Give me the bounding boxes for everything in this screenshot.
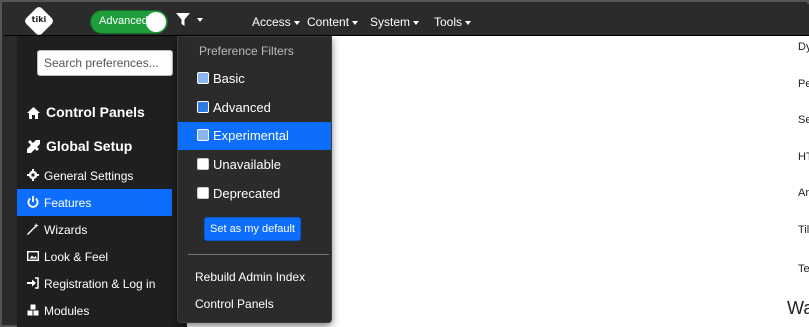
sidebar-item-label: Look & Feel (44, 250, 109, 264)
app-window: tiki Advanced Access Content System Tool… (0, 0, 809, 327)
dropdown-divider (188, 254, 329, 255)
chevron-down-icon (197, 18, 203, 22)
feature-label: Pe (798, 78, 809, 90)
logo-text: tiki (31, 15, 47, 24)
menu-system-label: System (370, 15, 411, 29)
filter-option-advanced[interactable]: Advanced (178, 94, 331, 122)
filter-option-label: Basic (213, 71, 245, 86)
tools-icon (27, 140, 40, 153)
search-preferences-input[interactable] (37, 50, 173, 76)
filter-option-experimental[interactable]: Experimental (178, 122, 331, 150)
section-heading: Wa (787, 298, 809, 318)
admin-sidebar: Control Panels Global Setup General Sett… (17, 36, 187, 327)
sidebar-item-features[interactable]: Features (17, 189, 172, 216)
toggle-knob (146, 12, 166, 32)
global-setup-heading[interactable]: Global Setup (27, 138, 132, 154)
feature-label: Se (798, 114, 809, 126)
sidebar-item-label: General Settings (44, 169, 134, 183)
menu-tools[interactable]: Tools (434, 15, 472, 29)
sidebar-item-registration[interactable]: Registration & Log in (17, 270, 172, 297)
checkbox-unavailable[interactable] (197, 158, 209, 170)
filter-option-label: Advanced (213, 100, 271, 115)
global-setup-label: Global Setup (46, 138, 133, 154)
sidebar-item-look-and-feel[interactable]: Look & Feel (17, 243, 172, 270)
preference-filter-button[interactable] (176, 12, 208, 30)
filter-option-label: Experimental (213, 128, 289, 143)
menu-access[interactable]: Access (252, 15, 300, 29)
filter-icon (176, 13, 190, 26)
power-icon (27, 196, 39, 208)
filter-option-label: Deprecated (213, 186, 281, 201)
checkbox-experimental[interactable] (197, 129, 209, 141)
feature-label: Ar (798, 187, 809, 199)
filter-option-basic[interactable]: Basic (178, 65, 331, 93)
checkbox-deprecated[interactable] (197, 187, 209, 199)
sidebar-item-modules[interactable]: Modules (17, 297, 172, 324)
menu-system[interactable]: System (370, 15, 420, 29)
top-navbar: tiki Advanced Access Content System Tool… (4, 4, 809, 37)
menu-access-label: Access (252, 15, 291, 29)
preference-filters-dropdown: Preference Filters Basic Advanced Experi… (177, 36, 332, 323)
cubes-icon (27, 304, 39, 316)
sidebar-item-label: Features (44, 196, 92, 210)
magic-wand-icon (27, 223, 39, 235)
checkbox-advanced[interactable] (197, 101, 209, 113)
home-icon (27, 107, 40, 119)
feature-label: Te (798, 263, 809, 275)
filter-option-unavailable[interactable]: Unavailable (178, 151, 331, 179)
checkbox-basic[interactable] (197, 72, 209, 84)
chevron-down-icon (293, 20, 300, 25)
chevron-down-icon (465, 20, 472, 25)
control-panels-link[interactable]: Control Panels (195, 297, 274, 311)
sidebar-item-general-settings[interactable]: General Settings (17, 162, 172, 189)
set-as-default-button[interactable]: Set as my default (204, 217, 301, 241)
chevron-down-icon (413, 20, 420, 25)
chevron-down-icon (352, 20, 359, 25)
filter-option-label: Unavailable (213, 157, 281, 172)
control-panels-label: Control Panels (46, 104, 145, 120)
sign-in-icon (27, 277, 39, 289)
toggle-label: Advanced (99, 15, 148, 27)
feature-label: Til (798, 224, 809, 236)
sidebar-item-label: Registration & Log in (44, 277, 156, 291)
gear-icon (27, 169, 39, 181)
sidebar-item-wizards[interactable]: Wizards (17, 216, 172, 243)
menu-content[interactable]: Content (307, 15, 359, 29)
control-panels-heading[interactable]: Control Panels (27, 104, 145, 120)
feature-label: HT (798, 151, 809, 163)
feature-label: Dy (798, 41, 809, 53)
rebuild-admin-index-link[interactable]: Rebuild Admin Index (195, 270, 305, 284)
dropdown-title: Preference Filters (199, 44, 294, 58)
image-icon (27, 251, 39, 262)
menu-tools-label: Tools (434, 15, 463, 29)
filter-option-deprecated[interactable]: Deprecated (178, 180, 331, 208)
menu-content-label: Content (307, 15, 350, 29)
sidebar-item-label: Wizards (44, 223, 88, 237)
advanced-mode-toggle[interactable]: Advanced (90, 10, 168, 34)
sidebar-item-label: Modules (44, 304, 90, 318)
